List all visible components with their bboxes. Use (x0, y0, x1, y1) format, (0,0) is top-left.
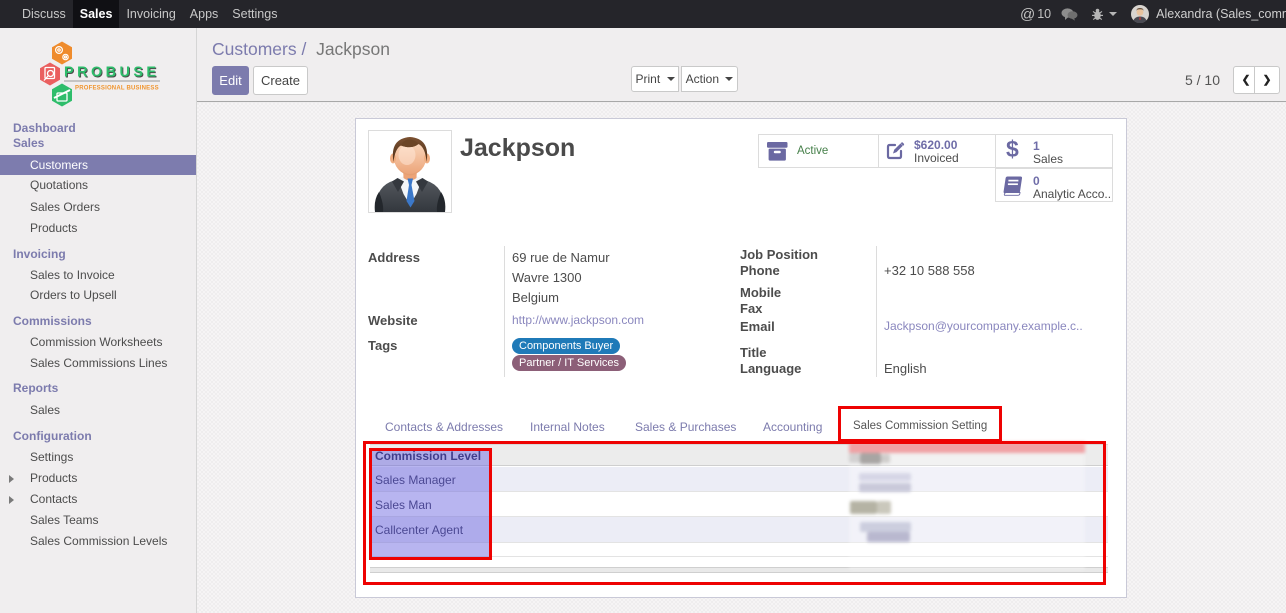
svg-text:PROBUSE: PROBUSE (64, 65, 160, 81)
svg-text:PROFESSIONAL BUSINESS: PROFESSIONAL BUSINESS (75, 86, 159, 92)
